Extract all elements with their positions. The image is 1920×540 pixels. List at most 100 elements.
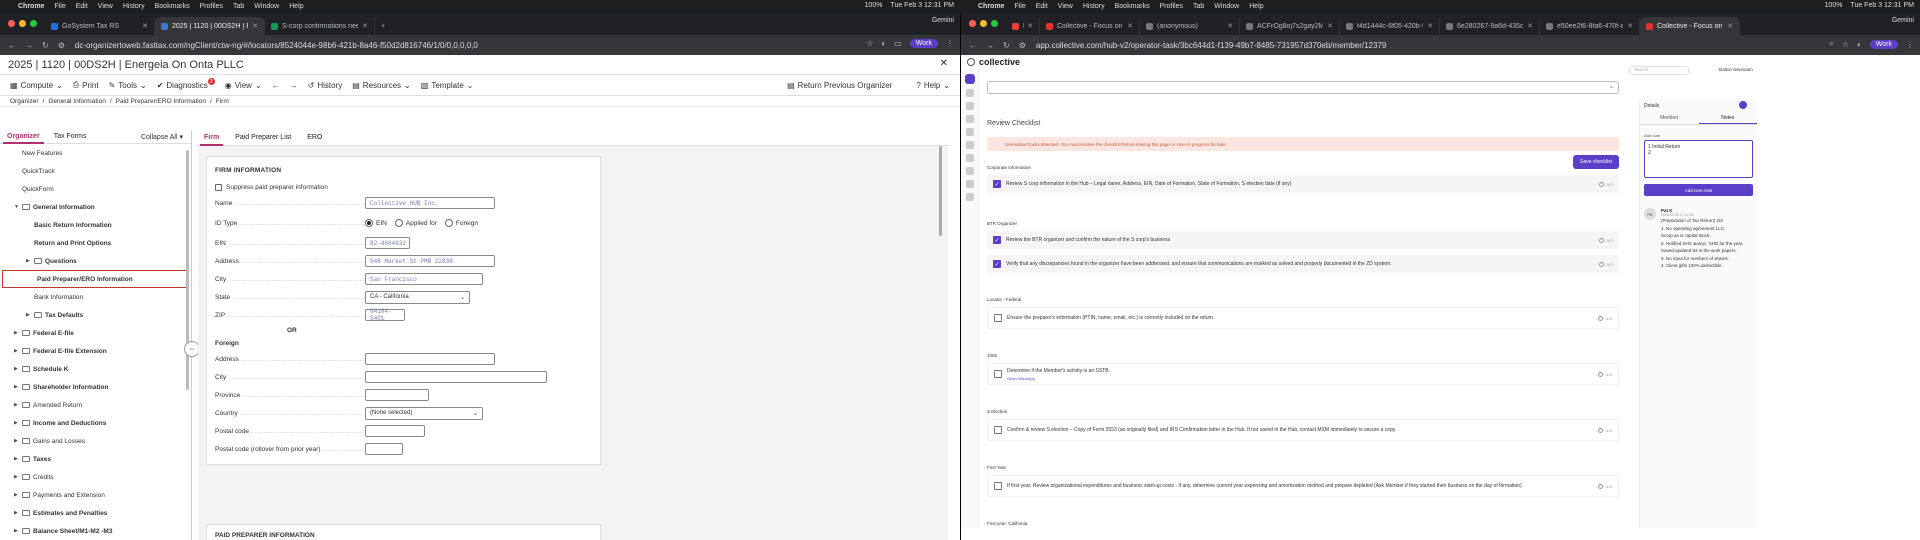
tab-tax-forms[interactable]: Tax Forms [47,130,94,144]
browser-tab[interactable]: Collective - Focus on your ✕ [1040,17,1140,35]
browser-tab[interactable]: ACFrOg8oj7s2gay2MZ... ✕ [1240,17,1340,35]
task-select[interactable]: ⌄ [987,81,1619,94]
na-toggle[interactable]: N/A [1598,315,1612,321]
tab-firm[interactable]: Firm [196,130,227,146]
radio-ein[interactable]: EIN [365,219,387,227]
checklist-checkbox[interactable] [994,482,1002,490]
nav-icon[interactable] [965,193,974,201]
url-field[interactable]: dc-organizertoweb.fasttax.com/ngClient/c… [75,41,478,50]
tree-caret-icon[interactable]: ▶ [14,402,22,408]
site-info-icon[interactable]: ⚙ [58,41,65,50]
url-field[interactable]: app.collective.com/hub-v2/operator-task/… [1036,41,1386,50]
postal-prior-field[interactable] [365,443,403,455]
user-menu[interactable]: Dalton Neumann [1719,67,1753,72]
tree-item[interactable]: ▶ Federal E-file Extension [0,342,191,360]
tree-caret-icon[interactable]: ▶ [26,312,34,318]
na-toggle[interactable]: N/A [1599,181,1613,187]
browser-tab[interactable]: GoSystem Tax RS ✕ [45,17,155,35]
zoom-icon[interactable]: ⌕ [1829,39,1833,49]
na-toggle[interactable]: N/A [1599,237,1613,243]
nav-icon[interactable] [965,154,974,162]
tree-item[interactable]: ▶ Estimates and Penalties [0,504,191,522]
nav-icon[interactable] [965,89,974,97]
close-tab-icon[interactable]: ✕ [252,22,258,30]
close-tab-icon[interactable]: ✕ [1727,22,1733,30]
tree-caret-icon[interactable]: ▶ [26,258,34,264]
site-info-icon[interactable]: ⚙ [1019,41,1026,50]
browser-tab[interactable]: Collective - Focus on your ✕ [1640,17,1740,35]
tree-caret-icon[interactable]: ▼ [14,204,22,210]
tab-organizer[interactable]: Organizer [0,130,47,144]
resources-button[interactable]: ▤ Resources ⌄ [352,81,411,90]
menu-item-edit[interactable]: Edit [1036,3,1048,10]
save-checklist-button[interactable]: Save checklist [1573,155,1619,169]
print-button[interactable]: ⎙ Print [73,80,99,90]
na-toggle[interactable]: N/A [1598,427,1612,433]
ein-field[interactable]: 82-4664632 [365,237,410,249]
na-toggle[interactable]: N/A [1598,371,1612,377]
open-wizard-link[interactable]: Open Wizard(s) [1007,376,1110,381]
menu-item-window[interactable]: Window [1214,3,1239,10]
tree-item[interactable]: ▶ Taxes [0,450,191,468]
tree-caret-icon[interactable]: ▶ [14,420,22,426]
checklist-checkbox[interactable]: ✓ [993,180,1001,188]
menu-item-view[interactable]: View [1058,3,1073,10]
tree-item[interactable]: ▶ Tax Defaults [0,306,191,324]
profile-work-button[interactable]: Work [1869,39,1898,49]
menu-icon[interactable]: ⋮ [946,39,954,48]
menu-item-edit[interactable]: Edit [76,3,88,10]
clock-label[interactable]: Tue Feb 3 12:31 PM [890,2,954,9]
tree-item[interactable]: ▶ Amended Return [0,396,191,414]
menubar-app[interactable]: Chrome [978,3,1004,10]
close-tab-icon[interactable]: ✕ [1627,22,1633,30]
template-button[interactable]: ▧ Template ⌄ [421,81,474,90]
view-button[interactable]: ◉ View ⌄ [225,81,262,90]
close-tab-icon[interactable]: ✕ [1127,22,1133,30]
minimize-window-button[interactable] [980,20,987,27]
checklist-checkbox[interactable]: ✓ [993,236,1001,244]
menu-item-help[interactable]: Help [289,3,303,10]
close-icon[interactable]: ✕ [940,58,948,69]
menu-item-help[interactable]: Help [1249,3,1263,10]
extension-icon[interactable]: ◐ [881,39,886,48]
country-select[interactable]: (None selected) ⌄ [365,406,483,420]
compute-button[interactable]: ▦ Compute ⌄ [10,81,63,90]
sidebar-icon[interactable]: ▭ [894,39,902,48]
back-arrow-button[interactable]: ← [272,81,280,90]
back-icon[interactable]: ← [969,41,977,50]
gemini-button[interactable]: Gemini [932,17,954,24]
tree-item[interactable]: ▶ Questions [0,252,191,270]
na-toggle[interactable]: N/A [1598,483,1612,489]
menu-item-history[interactable]: History [1083,3,1105,10]
nav-icon[interactable] [965,102,974,110]
menu-item-window[interactable]: Window [254,3,279,10]
menu-item-file[interactable]: File [1014,3,1025,10]
breadcrumb-item[interactable]: Paid Preparer/ERO Information [116,98,206,105]
menu-item-bookmarks[interactable]: Bookmarks [1115,3,1150,10]
close-tab-icon[interactable]: ✕ [142,22,148,30]
city-field[interactable]: San Francisco [365,273,483,285]
tree-caret-icon[interactable]: ▶ [14,474,22,480]
nav-icon[interactable] [965,167,974,175]
nav-icon[interactable] [965,128,974,136]
nav-icon[interactable] [965,115,974,123]
extension-icon[interactable]: ◐ [1857,40,1862,49]
tree-item[interactable]: Paid Preparer/ERO Information [2,270,187,288]
menubar-app[interactable]: Chrome [18,3,44,10]
close-window-button[interactable] [969,20,976,27]
history-button[interactable]: ↺ History [308,81,343,90]
bookmark-star-icon[interactable]: ☆ [866,39,873,48]
tab-notes[interactable]: Notes [1698,113,1757,124]
tree-item[interactable]: ▶ Gains and Losses [0,432,191,450]
radio-applied-for[interactable]: Applied for [394,219,437,227]
tree-caret-icon[interactable]: ▶ [14,510,22,516]
tree-item[interactable]: Return and Print Options [0,234,191,252]
browser-tab[interactable]: e50ee2f6-8fa6-470f-ad9... ✕ [1540,17,1640,35]
avatar[interactable] [1739,101,1747,109]
tree-item[interactable]: ▶ Payments and Extension [0,486,191,504]
tree-caret-icon[interactable]: ▶ [14,348,22,354]
browser-tab[interactable]: E-mail✕ [1006,17,1040,35]
breadcrumb-item[interactable]: Organizer [10,98,39,105]
note-textarea[interactable]: 1 Initial Return 2 [1644,140,1753,178]
breadcrumb-item[interactable]: General Information [48,98,105,105]
